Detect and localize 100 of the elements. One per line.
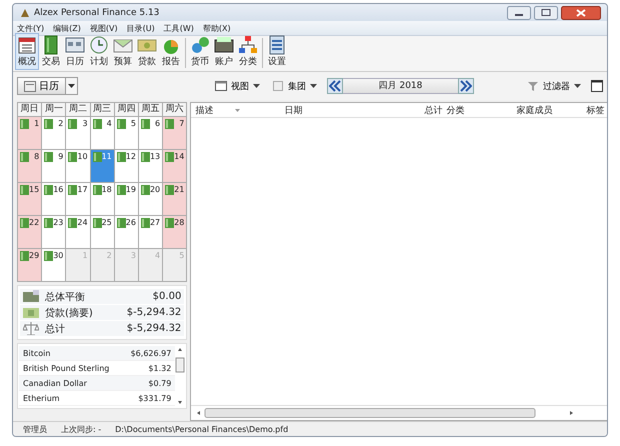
book-icon <box>165 218 174 228</box>
dropdown-button[interactable] <box>66 77 78 95</box>
calendar-day[interactable]: 22 <box>18 216 42 248</box>
book-icon <box>165 185 174 195</box>
toolbar-button[interactable]: 贷款 <box>135 33 159 70</box>
book-icon <box>20 152 29 162</box>
calendar-day[interactable]: 4 <box>90 117 114 149</box>
calendar-day[interactable]: 9 <box>42 150 66 182</box>
toolbar-button[interactable]: 概况 <box>15 33 39 70</box>
toolbar-button[interactable]: 设置 <box>265 33 289 70</box>
minimize-icon[interactable] <box>507 6 531 20</box>
calendar-day[interactable]: 1 <box>18 117 42 149</box>
wallet-icon <box>214 35 234 55</box>
book-icon <box>20 251 29 261</box>
calendar-day[interactable]: 8 <box>18 150 42 182</box>
calendar-day[interactable]: 17 <box>66 183 90 215</box>
caret-icon <box>68 84 75 88</box>
weekday-header: 周二 <box>66 103 90 116</box>
book-icon <box>44 251 54 261</box>
summary-amount: $-5,294.32 <box>126 307 182 318</box>
filter-icon <box>527 81 539 91</box>
app-icon <box>19 7 31 19</box>
toolbar-button[interactable]: 交易 <box>39 33 63 70</box>
panel-icon[interactable] <box>591 80 603 92</box>
book-icon <box>92 185 102 195</box>
calendar-day[interactable]: 24 <box>66 216 90 248</box>
calendar-day[interactable]: 12 <box>114 150 138 182</box>
summary-amount: $-5,294.32 <box>126 323 182 334</box>
column-header[interactable]: 总计 <box>424 104 442 116</box>
toolbar-button[interactable]: 报告 <box>159 33 183 70</box>
menu-button[interactable]: 过滤器 <box>525 80 583 92</box>
summary-label: 总体平衡 <box>45 290 86 304</box>
column-header[interactable]: 分类 <box>446 104 516 116</box>
book-icon <box>68 185 78 195</box>
menu-item[interactable]: 视图(V) <box>90 22 118 34</box>
calendar-day[interactable]: 27 <box>138 216 162 248</box>
column-header[interactable]: 标签 <box>586 104 604 116</box>
book-icon <box>68 152 78 162</box>
calendar-day[interactable]: 19 <box>114 183 138 215</box>
calendar-day[interactable]: 30 <box>42 249 66 281</box>
toolbar-button[interactable]: 日历 <box>63 33 87 70</box>
toolbar-button[interactable]: 预算 <box>111 33 135 70</box>
calendar-day[interactable]: 16 <box>42 183 66 215</box>
toolbar-button[interactable]: 货币 <box>188 33 212 70</box>
calendar-day[interactable]: 6 <box>138 117 162 149</box>
currency-row[interactable]: Bitcoin $6,626.97 <box>19 346 176 361</box>
next-button[interactable] <box>458 78 474 94</box>
calendar-day[interactable]: 25 <box>90 216 114 248</box>
close-icon[interactable] <box>561 6 601 20</box>
menu-button[interactable]: 集团 <box>270 80 319 92</box>
menu-item[interactable]: 文件(Y) <box>17 22 44 34</box>
currency-row[interactable]: Canadian Dollar $0.79 <box>19 376 176 391</box>
calendar-day[interactable]: 20 <box>138 183 162 215</box>
menu-item[interactable]: 编辑(Z) <box>53 22 81 34</box>
calendar-day[interactable]: 28 <box>163 216 186 248</box>
calendar-day[interactable]: 23 <box>42 216 66 248</box>
toolbar-button[interactable]: 账户 <box>212 33 236 70</box>
book-icon <box>140 185 150 195</box>
menu-item[interactable]: 帮助(X) <box>202 22 231 34</box>
calendar-day[interactable]: 7 <box>163 117 186 149</box>
window-icon <box>215 81 227 91</box>
status-text: 管理员 <box>23 424 47 434</box>
calendar-day[interactable]: 18 <box>90 183 114 215</box>
calendar-day[interactable]: 26 <box>114 216 138 248</box>
menu-item[interactable]: 目录(U) <box>126 22 155 34</box>
book-icon <box>165 119 174 129</box>
summary-label: 总计 <box>45 322 66 336</box>
menu-item[interactable]: 工具(W) <box>164 22 194 34</box>
column-header[interactable]: 家庭成员 <box>516 104 586 116</box>
column-header[interactable]: 描述 <box>195 104 236 116</box>
currency-name: Canadian Dollar <box>23 378 87 388</box>
previous-button[interactable] <box>327 78 343 94</box>
book-icon <box>44 152 54 162</box>
summary-amount: $0.00 <box>152 291 182 302</box>
menu-button[interactable]: 视图 <box>213 80 262 92</box>
view-selector-button[interactable]: 日历 <box>17 77 66 95</box>
column-header[interactable]: 日期 <box>284 104 424 116</box>
toolbar-button[interactable]: 计划 <box>87 33 111 70</box>
maximize-icon[interactable] <box>534 6 558 20</box>
horizontal-scrollbar-icon[interactable] <box>195 407 576 419</box>
weekday-header: 周五 <box>138 103 162 116</box>
calendar-day[interactable]: 10 <box>66 150 90 182</box>
calendar-day[interactable]: 21 <box>163 183 186 215</box>
vertical-scrollbar-icon[interactable] <box>175 346 186 406</box>
calendar-day[interactable]: 3 <box>66 117 90 149</box>
period-field[interactable]: 四月 2018 <box>343 78 458 94</box>
book-icon <box>92 119 102 129</box>
calendar-day[interactable]: 2 <box>42 117 66 149</box>
book-icon <box>20 185 29 195</box>
currency-name: Bitcoin <box>23 348 50 358</box>
status-text: D:\Documents\Personal Finances\Demo.pfd <box>115 424 288 434</box>
currency-row[interactable]: Etherium $331.79 <box>19 391 176 406</box>
calendar-day[interactable]: 29 <box>18 249 42 281</box>
currency-name: Etherium <box>23 394 60 402</box>
calendar-day[interactable]: 14 <box>163 150 186 182</box>
toolbar-button[interactable]: 分类 <box>236 33 260 70</box>
calendar-day[interactable]: 5 <box>114 117 138 149</box>
caret-icon <box>253 84 260 88</box>
calendar-day[interactable]: 13 <box>138 150 162 182</box>
calendar-day[interactable]: 15 <box>18 183 42 215</box>
